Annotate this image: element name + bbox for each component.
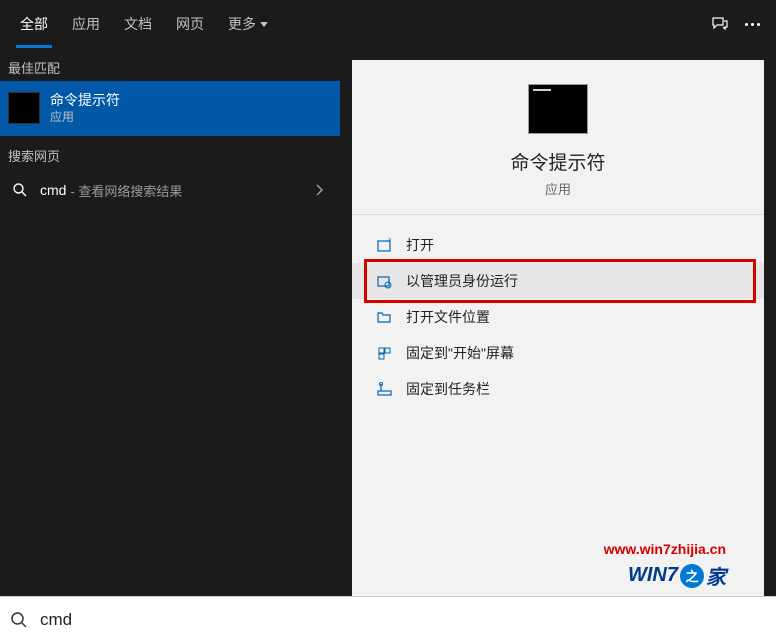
preview-subtitle: 应用 — [545, 179, 571, 198]
results-pane: 最佳匹配 命令提示符 应用 搜索网页 cmd - 查看网络搜索结果 — [0, 48, 340, 596]
admin-icon — [376, 273, 392, 289]
action-run-admin[interactable]: 以管理员身份运行 — [352, 263, 764, 299]
action-pin-start[interactable]: 固定到"开始"屏幕 — [352, 335, 764, 371]
cmd-thumbnail-icon — [8, 92, 40, 124]
watermark-logo: WIN7之家 — [604, 561, 726, 590]
tab-web[interactable]: 网页 — [164, 0, 216, 48]
header-actions — [711, 15, 768, 33]
tab-documents[interactable]: 文档 — [112, 0, 164, 48]
web-query-text: cmd — [40, 182, 66, 198]
best-match-item[interactable]: 命令提示符 应用 — [0, 81, 340, 136]
action-open[interactable]: 打开 — [352, 227, 764, 263]
best-match-text: 命令提示符 应用 — [50, 91, 332, 126]
tab-more[interactable]: 更多 — [216, 0, 280, 48]
content-area: 最佳匹配 命令提示符 应用 搜索网页 cmd - 查看网络搜索结果 命令提示符 … — [0, 48, 776, 596]
action-run-admin-label: 以管理员身份运行 — [406, 271, 518, 291]
search-input[interactable] — [40, 610, 766, 630]
folder-icon — [376, 309, 392, 325]
web-search-header: 搜索网页 — [0, 136, 340, 169]
search-bar — [0, 596, 776, 642]
search-icon — [12, 182, 28, 198]
best-match-header: 最佳匹配 — [0, 48, 340, 81]
chevron-down-icon — [260, 22, 268, 27]
tab-apps[interactable]: 应用 — [60, 0, 112, 48]
preview-pane: 命令提示符 应用 打开 以管理员身份运行 打开文件位置 — [352, 60, 764, 596]
preview-title: 命令提示符 — [510, 148, 605, 175]
web-search-item[interactable]: cmd - 查看网络搜索结果 — [0, 169, 340, 212]
chevron-right-icon — [316, 184, 324, 196]
pin-start-icon — [376, 345, 392, 361]
feedback-icon[interactable] — [711, 15, 729, 33]
header-bar: 全部 应用 文档 网页 更多 — [0, 0, 776, 48]
watermark: www.win7zhijia.cn WIN7之家 — [604, 541, 726, 590]
action-pin-taskbar-label: 固定到任务栏 — [406, 379, 490, 399]
web-hint-text: - 查看网络搜索结果 — [70, 181, 182, 200]
filter-tabs: 全部 应用 文档 网页 更多 — [8, 0, 280, 48]
action-pin-start-label: 固定到"开始"屏幕 — [406, 343, 514, 363]
preview-header: 命令提示符 应用 — [352, 60, 764, 215]
more-options-icon[interactable] — [745, 23, 760, 26]
cmd-preview-icon — [528, 84, 588, 134]
best-match-title: 命令提示符 — [50, 91, 332, 109]
preview-actions: 打开 以管理员身份运行 打开文件位置 固定到"开始"屏幕 — [352, 215, 764, 419]
watermark-url: www.win7zhijia.cn — [604, 541, 726, 557]
pin-taskbar-icon — [376, 381, 392, 397]
tab-more-label: 更多 — [228, 14, 256, 34]
action-pin-taskbar[interactable]: 固定到任务栏 — [352, 371, 764, 407]
tab-all[interactable]: 全部 — [8, 0, 60, 48]
action-open-label: 打开 — [406, 235, 434, 255]
action-open-location-label: 打开文件位置 — [406, 307, 490, 327]
best-match-subtitle: 应用 — [50, 109, 332, 126]
action-open-location[interactable]: 打开文件位置 — [352, 299, 764, 335]
search-icon — [10, 611, 28, 629]
open-icon — [376, 237, 392, 253]
